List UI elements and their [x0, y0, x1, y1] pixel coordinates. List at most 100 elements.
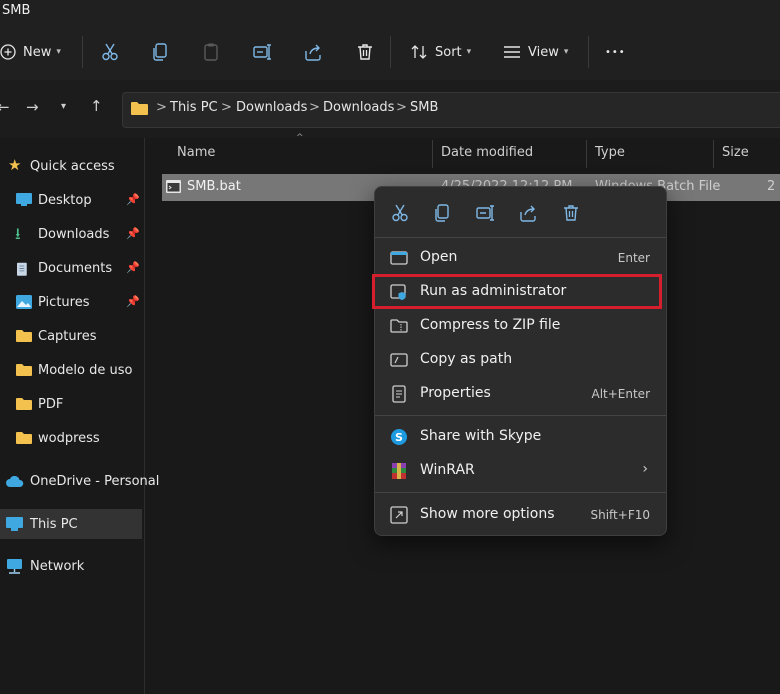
share-icon[interactable] [303, 42, 323, 62]
column-divider[interactable] [586, 140, 587, 168]
pin-icon[interactable]: 📌 [126, 193, 140, 206]
menu-item-winrar[interactable]: WinRAR › [375, 454, 666, 488]
new-button-label: New [23, 44, 52, 60]
new-button[interactable]: New ▾ [0, 36, 61, 68]
folder-icon [16, 398, 32, 410]
sidebar-item-downloads[interactable]: ⭳ Downloads 📌 [0, 219, 140, 249]
menu-item-properties[interactable]: Properties Alt+Enter [375, 377, 666, 411]
sidebar-item-captures[interactable]: Captures [0, 321, 140, 351]
menu-item-copy-as-path[interactable]: Copy as path [375, 343, 666, 377]
back-arrow-icon[interactable]: ← [0, 98, 10, 116]
title-bar [0, 0, 780, 24]
toolbar-divider [390, 36, 391, 68]
column-header-name[interactable]: Name [177, 145, 215, 160]
column-divider[interactable] [713, 140, 714, 168]
view-button[interactable]: View ▾ [503, 36, 568, 68]
menu-item-open[interactable]: Open Enter [375, 241, 666, 275]
desktop-icon [16, 193, 32, 206]
paste-icon[interactable] [201, 42, 221, 62]
breadcrumb-separator: > [221, 100, 232, 115]
menu-item-share-with-skype[interactable]: S Share with Skype [375, 420, 666, 454]
view-button-label: View [528, 44, 559, 60]
winrar-icon [392, 463, 406, 479]
share-icon[interactable] [518, 203, 538, 223]
cut-icon[interactable] [100, 42, 120, 62]
sidebar-item-pdf[interactable]: PDF [0, 389, 140, 419]
breadcrumb-smb[interactable]: SMB [410, 100, 438, 115]
forward-arrow-icon[interactable]: → [26, 98, 39, 116]
breadcrumb-separator: > [156, 100, 167, 115]
sidebar-item-modelo-de-uso[interactable]: Modelo de uso [0, 355, 140, 385]
rename-icon[interactable] [475, 203, 495, 223]
open-icon [390, 251, 408, 265]
cloud-icon [6, 476, 24, 487]
toolbar-divider [82, 36, 83, 68]
column-header-type[interactable]: Type [595, 145, 625, 160]
menu-separator [375, 415, 666, 416]
download-icon: ⭳ [15, 224, 21, 243]
up-arrow-icon[interactable]: ↑ [90, 97, 103, 115]
menu-separator [375, 237, 666, 238]
zip-icon [390, 319, 408, 333]
breadcrumb-downloads[interactable]: Downloads [236, 100, 307, 115]
skype-icon: S [391, 429, 407, 445]
chevron-down-icon: ▾ [466, 47, 472, 57]
delete-icon[interactable] [355, 42, 375, 62]
cut-icon[interactable] [390, 203, 410, 223]
pin-icon[interactable]: 📌 [126, 227, 140, 240]
properties-icon [392, 385, 406, 403]
star-icon: ★ [8, 156, 22, 174]
sidebar-item-onedrive[interactable]: OneDrive - Personal [0, 466, 159, 496]
menu-item-compress-zip[interactable]: Compress to ZIP file [375, 309, 666, 343]
sidebar-divider [144, 138, 145, 694]
pictures-icon [16, 295, 32, 309]
document-icon [17, 262, 27, 276]
file-size: 2 K [767, 179, 780, 194]
folder-icon [16, 364, 32, 376]
shortcut-open: Enter [617, 251, 650, 265]
breadcrumb-separator: > [309, 100, 320, 115]
sidebar-item-documents[interactable]: Documents 📌 [0, 253, 140, 283]
copy-icon[interactable] [432, 203, 452, 223]
delete-icon[interactable] [561, 203, 581, 223]
highlight-box [372, 274, 662, 309]
sort-ascending-icon: ^ [296, 133, 304, 143]
column-header-size[interactable]: Size [722, 145, 749, 160]
sidebar-item-quick-access[interactable]: ★ Quick access [0, 151, 140, 181]
folder-icon [16, 432, 32, 444]
sidebar-item-wodpress[interactable]: wodpress [0, 423, 140, 453]
view-list-icon [504, 46, 520, 58]
pin-icon[interactable]: 📌 [126, 261, 140, 274]
pin-icon[interactable]: 📌 [126, 295, 140, 308]
shortcut-properties: Alt+Enter [591, 387, 650, 401]
sidebar-item-this-pc[interactable]: This PC [0, 509, 142, 539]
breadcrumb-separator: > [396, 100, 407, 115]
chevron-down-icon: ▾ [563, 47, 569, 57]
menu-item-show-more-options[interactable]: Show more options Shift+F10 [375, 498, 666, 532]
svg-text:S: S [395, 431, 403, 444]
more-options-icon [390, 506, 408, 524]
sort-button[interactable]: Sort ▾ [410, 36, 471, 68]
shortcut-show-more-options: Shift+F10 [590, 508, 650, 522]
window-title: SMB [2, 3, 31, 18]
rename-icon[interactable] [252, 42, 272, 62]
toolbar-divider [588, 36, 589, 68]
column-divider[interactable] [432, 140, 433, 168]
sidebar-item-network[interactable]: Network [0, 551, 140, 581]
batch-file-icon [166, 180, 181, 193]
add-circle-icon [0, 44, 16, 60]
breadcrumb-downloads-2[interactable]: Downloads [323, 100, 394, 115]
copy-icon[interactable] [150, 42, 170, 62]
sidebar-item-desktop[interactable]: Desktop 📌 [0, 185, 140, 215]
context-menu: Open Enter Run as administrator Compress… [374, 186, 667, 536]
more-options-button[interactable]: ••• [605, 36, 626, 68]
recent-locations-chevron-icon[interactable]: ▾ [61, 101, 66, 112]
file-name[interactable]: SMB.bat [187, 179, 241, 194]
folder-icon [131, 102, 148, 115]
sort-button-label: Sort [435, 44, 462, 60]
column-header-date[interactable]: Date modified [441, 145, 533, 160]
menu-separator [375, 492, 666, 493]
sidebar-item-pictures[interactable]: Pictures 📌 [0, 287, 140, 317]
chevron-down-icon: ▾ [56, 47, 61, 57]
breadcrumb-this-pc[interactable]: This PC [170, 100, 218, 115]
